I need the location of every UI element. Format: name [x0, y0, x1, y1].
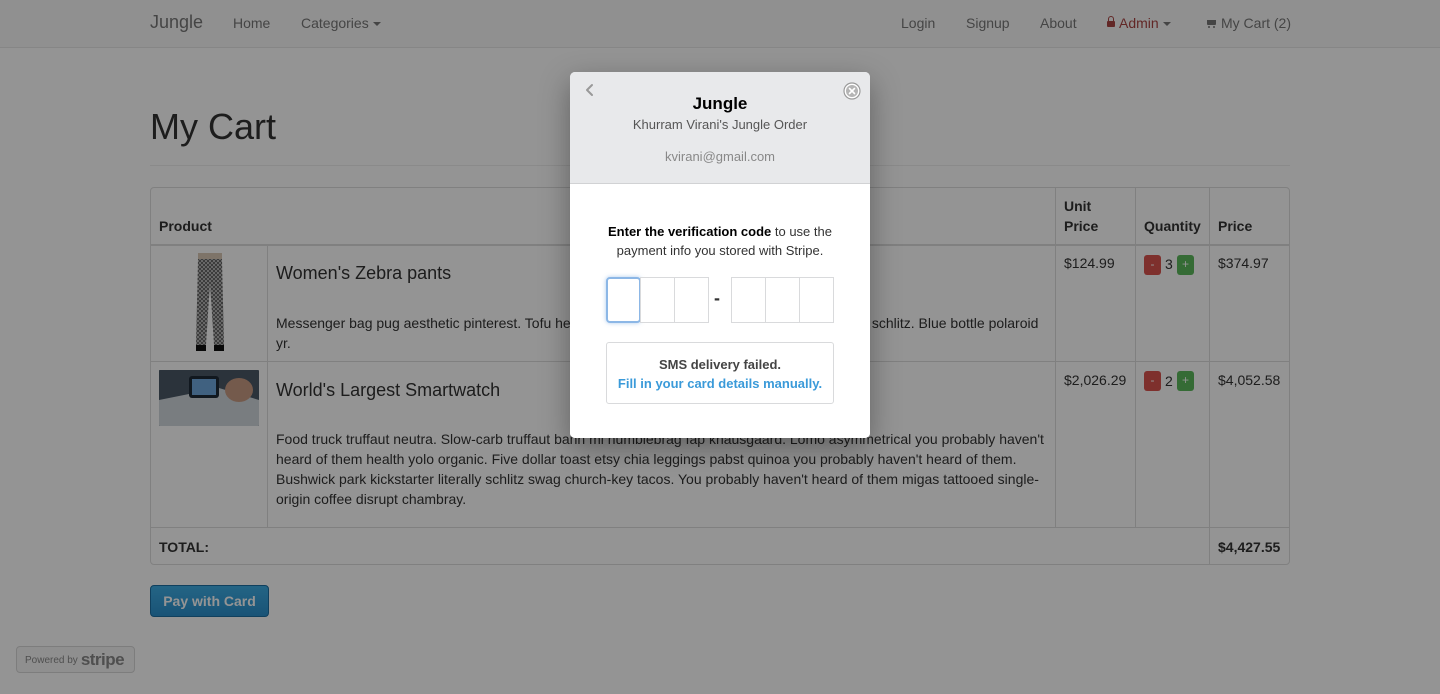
stripe-checkout-modal: Jungle Khurram Virani's Jungle Order kvi… [570, 72, 870, 438]
verification-code-digit-4[interactable] [731, 277, 766, 323]
modal-email: kvirani@gmail.com [665, 149, 775, 164]
modal-title: Jungle [692, 94, 748, 113]
verification-code-digit-1[interactable] [606, 277, 641, 323]
modal-header: Jungle Khurram Virani's Jungle Order kvi… [570, 72, 870, 184]
code-separator: - [714, 288, 720, 308]
verification-instructions-bold: Enter the verification code [608, 224, 772, 239]
sms-failed-text: SMS delivery failed. [658, 357, 782, 372]
verification-code-digit-6[interactable] [799, 277, 834, 323]
manual-card-details-link[interactable]: Fill in your card details manually. [607, 376, 833, 391]
verification-code-digit-5[interactable] [765, 277, 800, 323]
verification-instructions: Enter the verification code to use the p… [590, 222, 850, 260]
verification-code-digit-3[interactable] [674, 277, 709, 323]
modal-subtitle: Khurram Virani's Jungle Order [632, 117, 808, 132]
sms-failed-notice: SMS delivery failed. Fill in your card d… [606, 342, 834, 404]
modal-body: Enter the verification code to use the p… [570, 184, 870, 438]
verification-code-digit-2[interactable] [640, 277, 675, 323]
